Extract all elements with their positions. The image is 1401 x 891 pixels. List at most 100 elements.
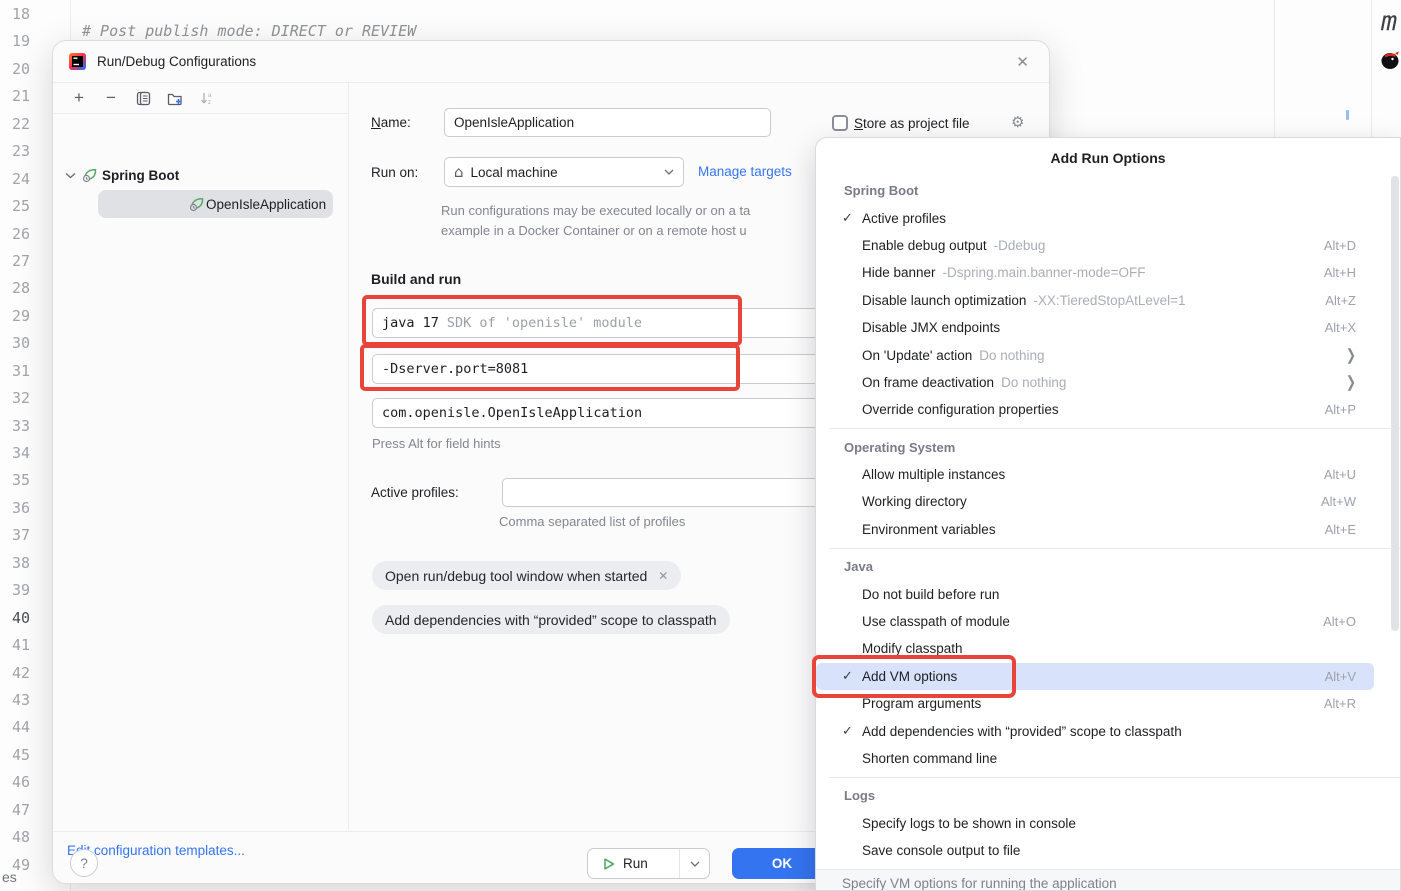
menu-item-label: Enable debug output bbox=[862, 238, 987, 253]
line-number: 22 bbox=[0, 111, 30, 138]
menu-item-label: Program arguments bbox=[862, 696, 981, 711]
run-on-dropdown[interactable]: ⌂ Local machine bbox=[444, 157, 684, 187]
tag-open-run-debug-tool-window[interactable]: Open run/debug tool window when started … bbox=[372, 561, 681, 590]
menu-item-specify-logs-to-be-shown-in-console[interactable]: Specify logs to be shown in console bbox=[816, 810, 1400, 837]
run-button[interactable]: Run bbox=[587, 848, 710, 879]
tree-group-spring-boot[interactable]: Spring Boot bbox=[65, 161, 179, 189]
dialog-title: Run/Debug Configurations bbox=[97, 54, 256, 69]
play-icon bbox=[602, 857, 616, 871]
line-number: 29 bbox=[0, 303, 30, 330]
run-on-value: Local machine bbox=[471, 165, 558, 180]
menu-item-label: Shorten command line bbox=[862, 751, 997, 766]
menu-item-label: Hide banner bbox=[862, 265, 936, 280]
menu-item-label: Override configuration properties bbox=[862, 402, 1059, 417]
checkmark-icon: ✓ bbox=[842, 723, 862, 739]
menu-item-working-directory[interactable]: Working directoryAlt+W bbox=[816, 488, 1400, 515]
vm-options-value: -Dserver.port=8081 bbox=[382, 361, 528, 377]
menu-item-disable-jmx-endpoints[interactable]: Disable JMX endpointsAlt+X bbox=[816, 314, 1400, 341]
shortcut-label: Alt+Z bbox=[1325, 293, 1356, 308]
menu-item-allow-multiple-instances[interactable]: Allow multiple instancesAlt+U bbox=[816, 461, 1400, 488]
menu-item-disable-launch-optimization[interactable]: Disable launch optimization -XX:TieredSto… bbox=[816, 287, 1400, 314]
tree-item-label: OpenIsleApplication bbox=[206, 197, 326, 212]
manage-targets-link[interactable]: Manage targets bbox=[698, 164, 792, 179]
editor-comment-line: # Post publish mode: DIRECT or REVIEW bbox=[82, 22, 416, 40]
active-profiles-label: Active profiles: bbox=[371, 485, 459, 500]
shortcut-label: Alt+E bbox=[1325, 522, 1356, 537]
line-number: 27 bbox=[0, 248, 30, 275]
menu-item-use-classpath-of-module[interactable]: Use classpath of moduleAlt+O bbox=[816, 608, 1400, 635]
sort-alphabetically-icon[interactable]: az bbox=[191, 83, 223, 113]
spring-boot-icon bbox=[82, 167, 98, 183]
editor-text-fragment: m bbox=[1381, 6, 1397, 37]
menu-item-program-arguments[interactable]: Program argumentsAlt+R bbox=[816, 690, 1400, 717]
menu-item-save-console-output-to-file[interactable]: Save console output to file bbox=[816, 837, 1400, 864]
help-button[interactable]: ? bbox=[70, 849, 98, 877]
status-text-fragment: es bbox=[2, 869, 17, 885]
menu-item-on-frame-deactivation[interactable]: On frame deactivationDo nothing❯ bbox=[816, 369, 1400, 396]
build-and-run-header: Build and run bbox=[371, 271, 461, 287]
line-number: 39 bbox=[0, 577, 30, 604]
copy-configuration-icon[interactable] bbox=[127, 83, 159, 113]
remove-configuration-icon[interactable]: − bbox=[95, 83, 127, 113]
line-number: 28 bbox=[0, 275, 30, 302]
line-number: 20 bbox=[0, 56, 30, 83]
close-icon[interactable]: ✕ bbox=[1016, 53, 1029, 71]
menu-separator bbox=[816, 772, 1400, 782]
name-input[interactable]: OpenIsleApplication bbox=[444, 108, 771, 137]
popup-menu: Spring Boot✓Active profilesEnable debug … bbox=[816, 177, 1400, 864]
menu-item-add-dependencies-with-provided-scope-to-classpath[interactable]: ✓Add dependencies with “provided” scope … bbox=[816, 717, 1400, 744]
name-label: Name: bbox=[371, 115, 411, 130]
menu-item-shorten-command-line[interactable]: Shorten command line bbox=[816, 745, 1400, 772]
shortcut-label: Alt+P bbox=[1325, 402, 1356, 417]
menu-item-enable-debug-output[interactable]: Enable debug output-DdebugAlt+D bbox=[816, 232, 1400, 259]
shortcut-label: Alt+O bbox=[1323, 614, 1356, 629]
menu-item-hint: -XX:TieredStopAtLevel=1 bbox=[1033, 293, 1185, 308]
popup-scrollbar[interactable] bbox=[1391, 176, 1399, 631]
run-on-hint-line2: example in a Docker Container or on a re… bbox=[441, 223, 747, 238]
run-button-dropdown[interactable] bbox=[679, 849, 709, 878]
shortcut-label: Alt+X bbox=[1325, 320, 1356, 335]
menu-item-add-vm-options[interactable]: ✓Add VM optionsAlt+V bbox=[816, 663, 1374, 690]
scroll-mark bbox=[1346, 110, 1349, 120]
store-as-project-file-checkbox[interactable] bbox=[832, 115, 848, 131]
new-folder-icon[interactable] bbox=[159, 83, 191, 113]
store-as-project-file-label: Store as project file bbox=[854, 116, 970, 131]
shortcut-label: Alt+W bbox=[1321, 494, 1356, 509]
home-icon: ⌂ bbox=[454, 165, 464, 180]
menu-item-active-profiles[interactable]: ✓Active profiles bbox=[816, 204, 1400, 231]
tree-toolbar: + − az bbox=[53, 83, 348, 114]
remove-tag-icon[interactable]: ✕ bbox=[658, 569, 668, 583]
line-number: 19 bbox=[0, 28, 30, 55]
menu-separator bbox=[816, 424, 1400, 434]
screen: 1819202122232425262728293031323334353637… bbox=[0, 0, 1401, 891]
menu-item-label: Disable launch optimization bbox=[862, 293, 1026, 308]
line-number: 32 bbox=[0, 385, 30, 412]
chevron-down-icon[interactable] bbox=[65, 172, 76, 179]
menu-item-do-not-build-before-run[interactable]: Do not build before run bbox=[816, 580, 1400, 607]
configurations-tree-panel: + − az bbox=[53, 83, 349, 829]
menu-item-hint: -Dspring.main.banner-mode=OFF bbox=[943, 265, 1146, 280]
tag-add-provided-dependencies[interactable]: Add dependencies with “provided” scope t… bbox=[372, 605, 730, 634]
line-number: 46 bbox=[0, 769, 30, 796]
menu-item-modify-classpath[interactable]: Modify classpath bbox=[816, 635, 1400, 662]
add-configuration-icon[interactable]: + bbox=[63, 83, 95, 113]
menu-item-override-configuration-properties[interactable]: Override configuration properties Alt+P bbox=[816, 396, 1400, 423]
shortcut-label: Alt+H bbox=[1324, 265, 1356, 280]
shortcut-label: Alt+V bbox=[1325, 669, 1356, 684]
menu-section-java: Java bbox=[816, 553, 1400, 580]
popup-title: Add Run Options bbox=[816, 138, 1400, 177]
line-number: 41 bbox=[0, 632, 30, 659]
tree-item-openisleapplication[interactable]: OpenIsleApplication bbox=[98, 190, 333, 218]
menu-item-on-update-action[interactable]: On 'Update' actionDo nothing❯ bbox=[816, 341, 1400, 368]
popup-footer-hint: Specify VM options for running the appli… bbox=[816, 869, 1400, 891]
line-number: 35 bbox=[0, 467, 30, 494]
line-number: 42 bbox=[0, 660, 30, 687]
run-on-hint-line1: Run configurations may be executed local… bbox=[441, 203, 750, 218]
intellij-idea-icon bbox=[69, 53, 86, 70]
menu-item-hide-banner[interactable]: Hide banner -Dspring.main.banner-mode=OFF… bbox=[816, 259, 1400, 286]
checkmark-icon: ✓ bbox=[842, 668, 862, 684]
menu-item-environment-variables[interactable]: Environment variablesAlt+E bbox=[816, 516, 1400, 543]
menu-item-hint: -Ddebug bbox=[994, 238, 1046, 253]
line-number: 45 bbox=[0, 742, 30, 769]
gear-icon[interactable]: ⚙ bbox=[1011, 113, 1024, 131]
